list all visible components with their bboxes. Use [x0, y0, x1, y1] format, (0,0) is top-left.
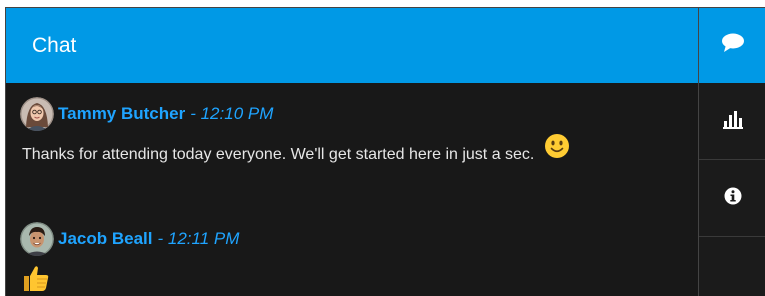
chat-header: Chat	[6, 8, 698, 83]
info-icon	[724, 187, 742, 210]
message-text: Thanks for attending today everyone. We'…	[22, 146, 535, 164]
side-rail	[698, 8, 765, 296]
poll-tab-button[interactable]	[699, 83, 765, 160]
chat-title: Chat	[32, 34, 77, 57]
chat-message: Tammy Butcher - 12:10 PM Thanks for atte…	[20, 97, 660, 174]
message-time: - 12:11 PM	[157, 229, 240, 248]
thumbs-up-icon	[22, 264, 660, 296]
chat-tab-button[interactable]	[699, 8, 765, 83]
message-time: - 12:10 PM	[190, 104, 274, 123]
chat-window: Chat Tammy Butcher - 12:10 PM Thanks for…	[5, 7, 765, 296]
avatar-jacob-beall	[20, 222, 54, 256]
empty-rail-slot	[699, 237, 765, 296]
chat-message: Jacob Beall - 12:11 PM	[20, 222, 660, 296]
smiley-face-icon	[544, 133, 570, 171]
message-header: Tammy Butcher - 12:10 PM	[20, 97, 660, 131]
message-body: Thanks for attending today everyone. We'…	[20, 133, 660, 174]
chat-bubble-icon	[721, 32, 745, 59]
message-author: Jacob Beall	[58, 229, 153, 248]
info-tab-button[interactable]	[699, 160, 765, 237]
avatar-tammy-butcher	[20, 97, 54, 131]
message-header: Jacob Beall - 12:11 PM	[20, 222, 660, 256]
bar-chart-icon	[722, 109, 744, 134]
chat-panel: Chat Tammy Butcher - 12:10 PM Thanks for…	[6, 8, 698, 296]
message-author: Tammy Butcher	[58, 104, 186, 123]
message-list[interactable]: Tammy Butcher - 12:10 PM Thanks for atte…	[6, 83, 698, 296]
